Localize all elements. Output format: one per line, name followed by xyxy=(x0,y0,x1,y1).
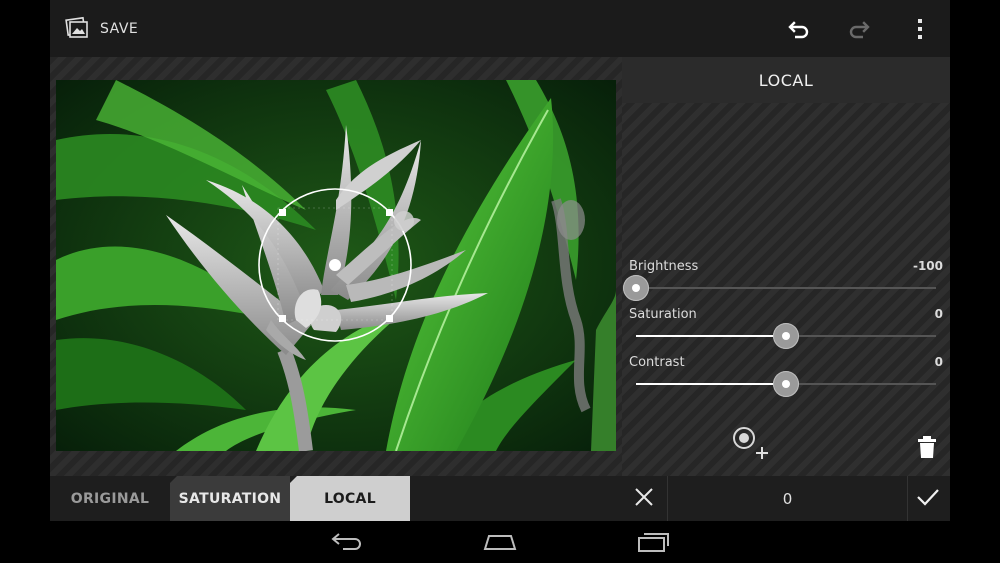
brightness-label: Brightness xyxy=(629,259,699,274)
recent-apps-icon[interactable] xyxy=(633,529,673,555)
back-icon[interactable] xyxy=(328,529,368,555)
cancel-icon xyxy=(634,487,654,511)
action-bar: SAVE xyxy=(50,0,950,57)
contrast-thumb[interactable] xyxy=(773,371,799,397)
apply-check-icon xyxy=(916,487,940,511)
saturation-value: 0 xyxy=(934,307,943,321)
home-icon[interactable] xyxy=(480,529,520,555)
adjustment-value-readout: 0 xyxy=(667,476,908,521)
photo-preview[interactable] xyxy=(56,80,616,451)
undo-icon[interactable] xyxy=(786,16,812,42)
save-label: SAVE xyxy=(100,20,139,37)
cancel-button[interactable] xyxy=(621,476,667,521)
tab-saturation[interactable]: SATURATION xyxy=(170,476,290,521)
tab-local[interactable]: LOCAL xyxy=(290,476,410,521)
system-navigation-bar xyxy=(0,521,1000,563)
gallery-icon xyxy=(64,14,90,44)
tab-original[interactable]: ORIGINAL xyxy=(50,476,170,521)
saturation-track[interactable] xyxy=(636,323,936,349)
apply-button[interactable] xyxy=(905,476,951,521)
filter-tabs-bar: ORIGINAL SATURATION LOCAL 0 xyxy=(50,476,950,521)
editing-canvas-area xyxy=(50,57,622,476)
saturation-fill xyxy=(636,335,786,337)
save-button[interactable]: SAVE xyxy=(64,0,138,57)
saturation-label: Saturation xyxy=(629,307,697,322)
brightness-value: -100 xyxy=(912,259,943,273)
tab-saturation-label: SATURATION xyxy=(178,490,282,507)
overflow-menu-icon[interactable] xyxy=(907,16,933,42)
saturation-thumb[interactable] xyxy=(773,323,799,349)
contrast-label: Contrast xyxy=(629,355,685,370)
brightness-thumb[interactable] xyxy=(623,275,649,301)
brightness-track[interactable] xyxy=(623,275,936,301)
contrast-value: 0 xyxy=(934,355,943,369)
contrast-track[interactable] xyxy=(636,371,936,397)
photo-editor-app: SAVE LOCAL Brightness -100 Saturation 0 … xyxy=(50,0,950,521)
panel-title: LOCAL xyxy=(622,57,950,103)
trash-icon[interactable] xyxy=(912,432,942,462)
redo-icon[interactable] xyxy=(846,16,872,42)
contrast-fill xyxy=(636,383,786,385)
tab-local-label: LOCAL xyxy=(324,490,376,507)
add-control-point-icon[interactable] xyxy=(728,421,772,465)
local-adjustment-panel: LOCAL Brightness -100 Saturation 0 Contr… xyxy=(622,57,950,476)
